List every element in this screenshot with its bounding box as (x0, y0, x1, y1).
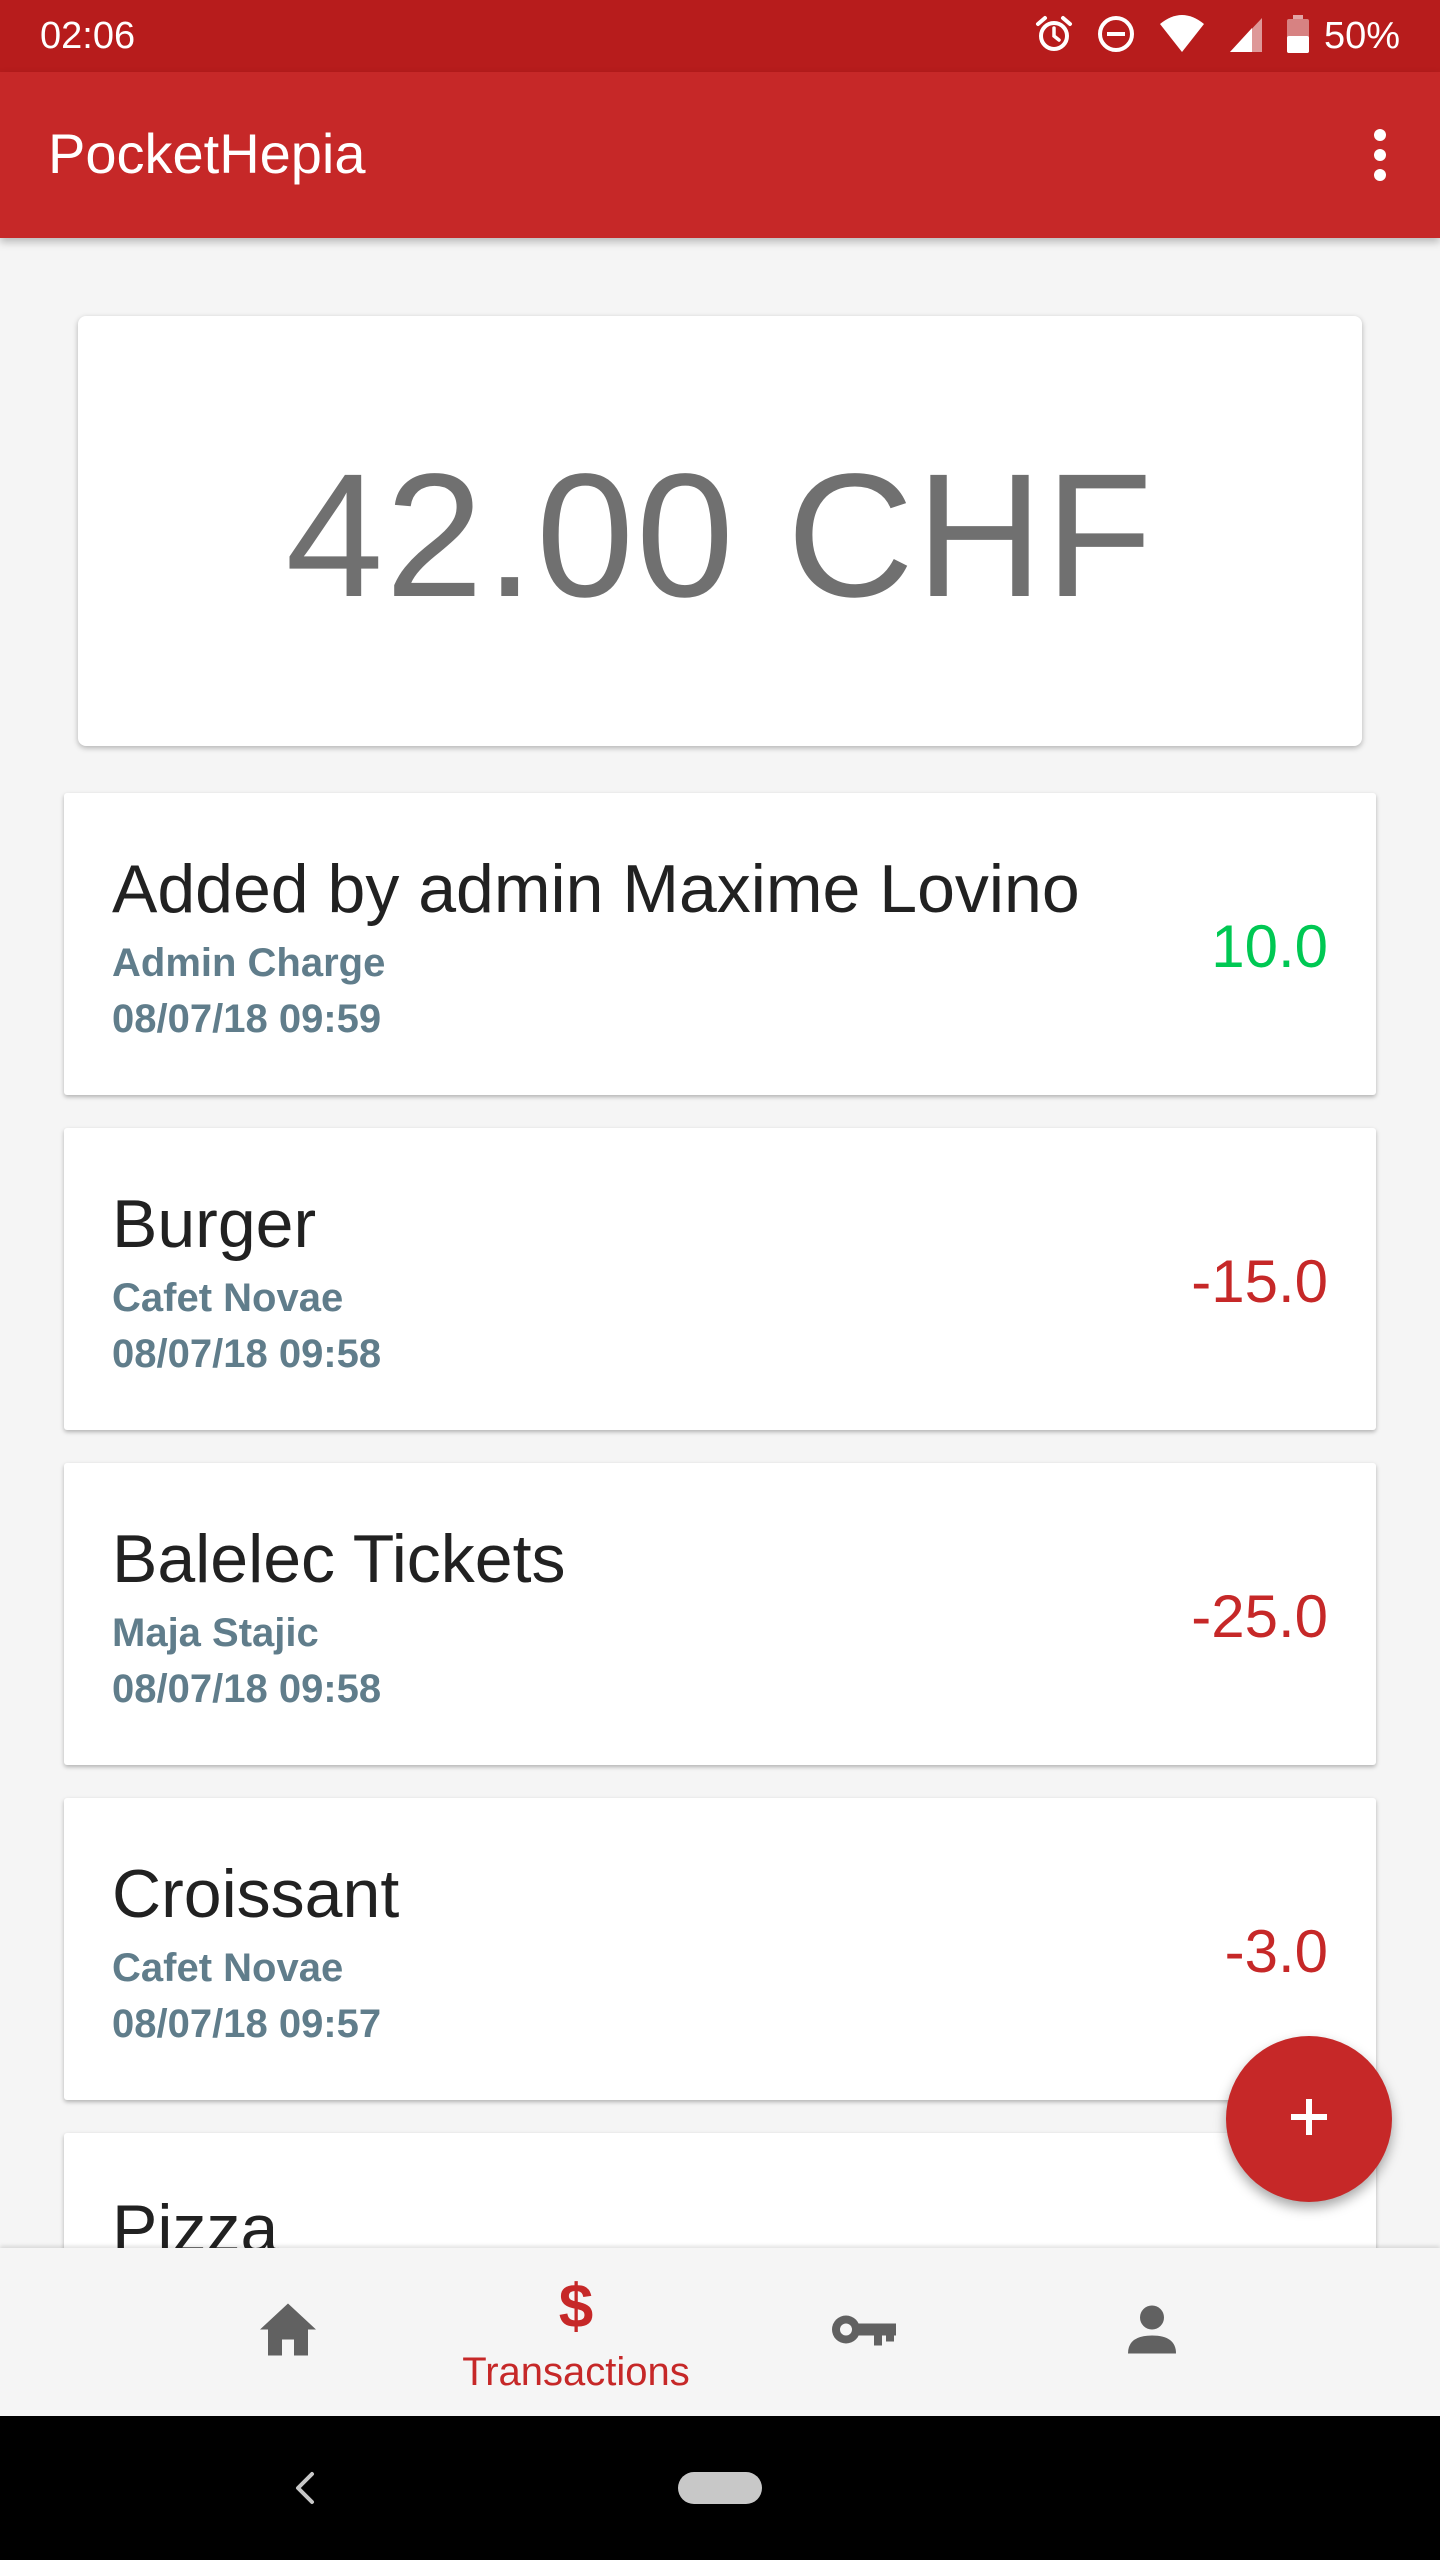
nav-item-transactions[interactable]: $ Transactions (432, 2248, 720, 2416)
transaction-card[interactable]: Added by admin Maxime Lovino Admin Charg… (64, 793, 1376, 1095)
transaction-card[interactable]: Croissant Cafet Novae 08/07/18 09:57 -3.… (64, 1798, 1376, 2100)
transaction-seller: Cafet Novae (112, 1276, 344, 1320)
transaction-title: Burger (112, 1186, 317, 1262)
transaction-card[interactable]: Pizza (64, 2133, 1376, 2250)
back-icon[interactable] (270, 2458, 340, 2518)
transaction-amount: -3.0 (1224, 1918, 1328, 1985)
transaction-date: 08/07/18 09:58 (112, 1332, 382, 1376)
svg-text:$: $ (559, 2276, 593, 2336)
screen: 02:06 50% PocketHepia 42.00 CHF Added by… (0, 0, 1440, 2560)
key-icon (830, 2310, 898, 2355)
nav-item-profile[interactable] (1008, 2248, 1296, 2416)
status-icons: 50% (1034, 14, 1400, 58)
transaction-date: 08/07/18 09:57 (112, 2002, 382, 2046)
do-not-disturb-icon (1096, 14, 1136, 59)
home-icon (258, 2302, 318, 2363)
transaction-seller: Cafet Novae (112, 1946, 344, 1990)
nav-item-keys[interactable] (720, 2248, 1008, 2416)
transaction-list[interactable]: Added by admin Maxime Lovino Admin Charg… (0, 790, 1440, 2250)
cell-signal-icon (1228, 14, 1264, 59)
transaction-title: Pizza (112, 2191, 279, 2250)
dollar-icon: $ (556, 2273, 596, 2342)
battery-icon (1286, 14, 1310, 59)
balance-card: 42.00 CHF (78, 316, 1362, 746)
transaction-card[interactable]: Burger Cafet Novae 08/07/18 09:58 -15.0 (64, 1128, 1376, 1430)
add-transaction-button[interactable] (1226, 2036, 1392, 2202)
wifi-icon (1158, 14, 1206, 59)
balance-amount: 42.00 CHF (285, 438, 1155, 634)
battery-percent: 50% (1323, 15, 1400, 57)
home-gesture-pill[interactable] (678, 2472, 762, 2504)
transaction-date: 08/07/18 09:58 (112, 1667, 382, 1711)
transaction-amount: -25.0 (1191, 1583, 1328, 1650)
bottom-navigation: $ Transactions (0, 2248, 1440, 2416)
transaction-title: Croissant (112, 1856, 400, 1932)
transaction-seller: Maja Stajic (112, 1611, 319, 1655)
nav-label-transactions: Transactions (462, 2350, 690, 2394)
transaction-amount: 10.0 (1211, 913, 1328, 980)
transaction-seller: Admin Charge (112, 941, 386, 985)
status-bar: 02:06 50% (0, 0, 1440, 72)
transaction-title: Added by admin Maxime Lovino (112, 851, 1080, 927)
app-bar: PocketHepia (0, 72, 1440, 238)
more-vert-icon[interactable] (1340, 115, 1420, 195)
plus-icon (1285, 2093, 1333, 2146)
transaction-card[interactable]: Balelec Tickets Maja Stajic 08/07/18 09:… (64, 1463, 1376, 1765)
app-title: PocketHepia (48, 122, 366, 185)
transaction-date: 08/07/18 09:59 (112, 997, 382, 1041)
transaction-title: Balelec Tickets (112, 1521, 566, 1597)
status-time: 02:06 (40, 15, 136, 57)
alarm-icon (1034, 14, 1074, 59)
system-navigation-bar (0, 2416, 1440, 2560)
person-icon (1126, 2304, 1178, 2361)
transaction-amount: -15.0 (1191, 1248, 1328, 1315)
nav-item-home[interactable] (144, 2248, 432, 2416)
